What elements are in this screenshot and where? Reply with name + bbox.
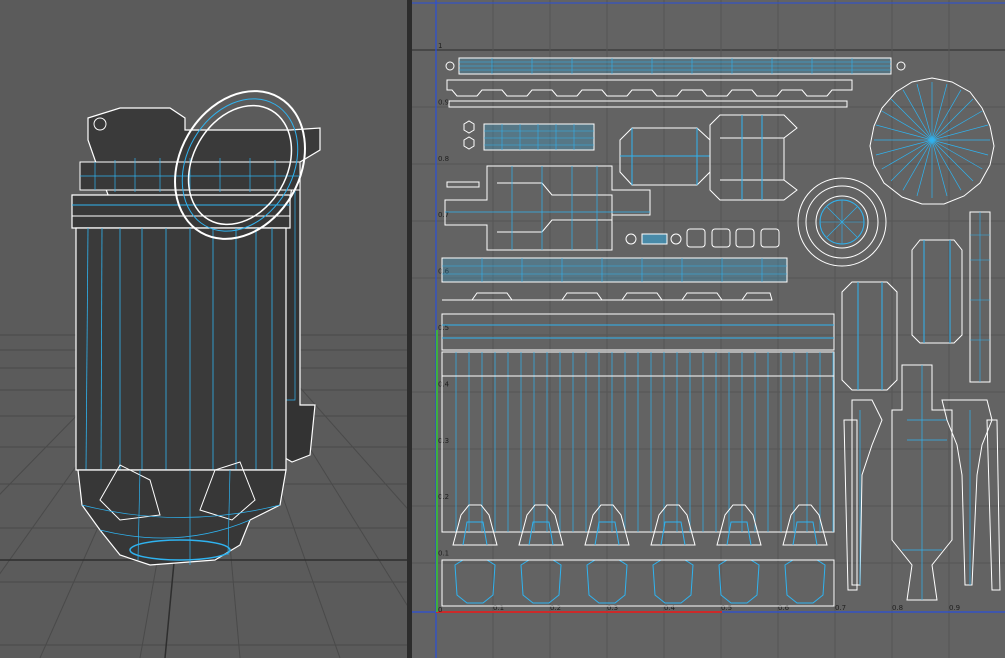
nozzle-inner <box>726 521 752 546</box>
u-tick-label: 0.3 <box>607 604 618 612</box>
gear-spoke <box>931 83 948 141</box>
v-tick-label: 0.8 <box>438 155 449 163</box>
nozzle-shell <box>452 504 498 546</box>
u-tick-label: 0.4 <box>664 604 676 612</box>
gear-spoke <box>916 139 933 197</box>
u-tick-label: 0.2 <box>550 604 561 612</box>
u-tick-labels: 0.1 0.2 0.3 0.4 0.5 0.6 0.7 0.8 0.9 <box>493 604 960 612</box>
nozzle-base-shell <box>520 559 562 604</box>
uv-canvas[interactable]: 0.1 0.2 0.3 0.4 0.5 0.6 0.7 0.8 0.9 10.90.80.70.… <box>412 0 1005 658</box>
u-tick-label: 0.9 <box>949 604 960 612</box>
v-tick-label: 0.4 <box>438 380 450 388</box>
u-tick-label: 0.8 <box>892 604 903 612</box>
gear-spoke <box>916 83 933 141</box>
u-tick-label: 0.1 <box>493 604 504 612</box>
nozzle-shells <box>452 504 828 604</box>
nozzle-shell <box>518 504 564 546</box>
nozzle-inner <box>462 521 488 546</box>
gear-spoke <box>931 139 948 197</box>
u-tick-label: 0.5 <box>721 604 732 612</box>
gear-spoke <box>931 124 989 141</box>
gear-spoke <box>931 139 989 156</box>
grenade-model[interactable] <box>71 67 331 566</box>
nozzle-base-shell <box>784 559 826 604</box>
v-tick-label: 0.2 <box>438 493 449 501</box>
v-tick-label: 0 <box>438 606 442 614</box>
nozzle-base-shell <box>718 559 760 604</box>
nozzle-shell <box>716 504 762 546</box>
v-tick-labels: 10.90.80.70.60.50.40.30.20.10 <box>438 42 450 614</box>
app-window: 0.1 0.2 0.3 0.4 0.5 0.6 0.7 0.8 0.9 1 0.9 0.8 0.7 0.… <box>0 0 1005 658</box>
nozzle-shell <box>782 504 828 546</box>
nozzle-inner <box>660 521 686 546</box>
v-tick-label: 1 <box>438 42 442 50</box>
nozzle-inner <box>528 521 554 546</box>
v-tick-label: 0.7 <box>438 211 449 219</box>
vertical-strip-edges <box>455 352 834 532</box>
nozzle-inner <box>792 521 818 546</box>
v-tick-label: 0.9 <box>438 98 449 106</box>
uv-grid <box>412 0 1005 658</box>
nozzle-base-shell <box>454 559 496 604</box>
nozzle-base-shell <box>652 559 694 604</box>
viewport-canvas[interactable] <box>0 0 407 658</box>
v-tick-label: 0.3 <box>438 437 449 445</box>
gear-spoke <box>875 139 933 156</box>
uv-editor[interactable]: 0.1 0.2 0.3 0.4 0.5 0.6 0.7 0.8 0.9 1 0.9 0.8 0.7 0.… <box>412 0 1005 658</box>
nozzle-shell <box>650 504 696 546</box>
v-tick-label: 0.1 <box>438 550 449 558</box>
u-tick-label: 0.7 <box>835 604 846 612</box>
u-tick-label: 0.6 <box>778 604 790 612</box>
gear-shell-spokes <box>874 82 990 198</box>
gear-spoke <box>875 124 933 141</box>
perspective-viewport[interactable] <box>0 0 407 658</box>
